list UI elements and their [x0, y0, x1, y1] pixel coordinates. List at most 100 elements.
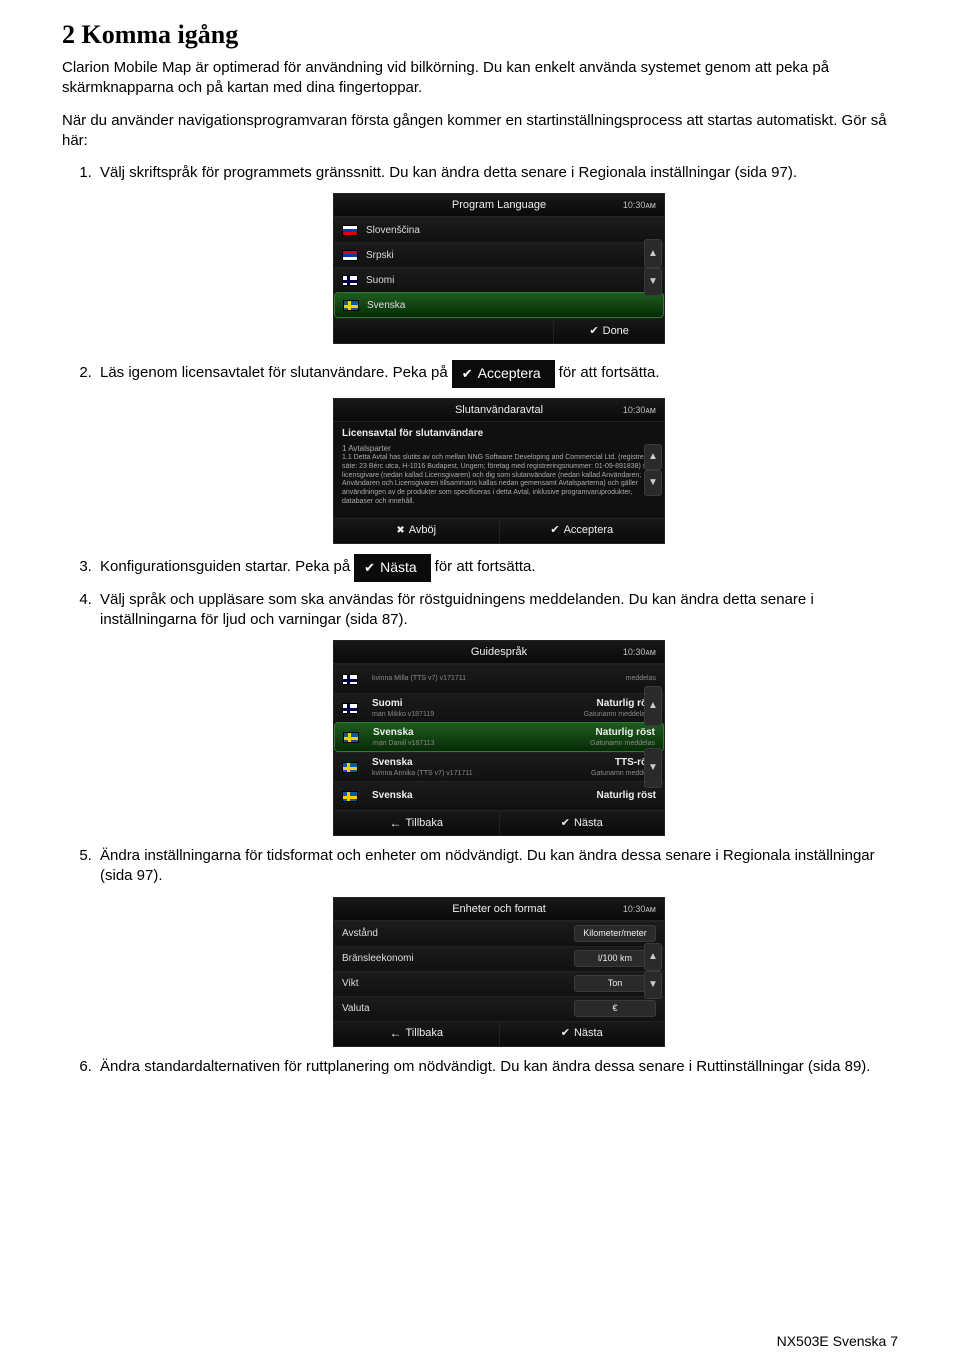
next-label: Nästa [574, 816, 603, 831]
step-3: Konfigurationsguiden startar. Peka på Nä… [96, 554, 898, 582]
section-title: 2 Komma igång [62, 20, 898, 50]
arrow-left-icon [390, 815, 402, 832]
unit-label: Avstånd [342, 927, 378, 941]
scroll-up-button[interactable]: ▲ [644, 686, 662, 726]
step-4: Välj språk och uppläsare som ska använda… [96, 590, 898, 837]
next-label: Nästa [574, 1026, 603, 1041]
voice-row[interactable]: Svenska Naturlig röst [334, 781, 664, 810]
flag-sweden-icon [342, 791, 358, 802]
lang-row[interactable]: Slovenščina [334, 217, 664, 242]
clock-icon: 10:30ᴀᴍ [623, 641, 656, 663]
check-icon [589, 324, 598, 339]
step-2-text-a: Läs igenom licensavtalet för slutanvända… [100, 363, 448, 383]
screenshot-program-language: Program Language 10:30ᴀᴍ Slovenščina Srp… [333, 193, 665, 344]
unit-value[interactable]: Kilometer/meter [574, 925, 656, 941]
step-5-text: Ändra inställningarna för tidsformat och… [100, 847, 875, 884]
decline-label: Avböj [409, 523, 436, 538]
scroll-down-button[interactable]: ▼ [644, 971, 662, 999]
voice-name: Svenska [372, 756, 473, 770]
spacer [334, 319, 553, 343]
clock-icon: 10:30ᴀᴍ [623, 399, 656, 421]
decline-button[interactable]: Avböj [334, 519, 499, 543]
next-button-inline[interactable]: Nästa [354, 554, 430, 582]
voice-row[interactable]: Svenska kvinna Annika (TTS v7) v171711 T… [334, 752, 664, 781]
voice-name: Suomi [372, 697, 434, 711]
accept-label: Acceptera [478, 364, 541, 383]
unit-row[interactable]: Vikt Ton [334, 971, 664, 996]
scroll-up-button[interactable]: ▲ [644, 444, 662, 470]
titlebar-text: Guidespråk [471, 646, 527, 658]
scroll-up-button[interactable]: ▲ [644, 943, 662, 971]
voice-row[interactable]: Suomi man Mikko v187119 Naturlig röst Ga… [334, 693, 664, 722]
step-1: Välj skriftspråk för programmets gränssn… [96, 163, 898, 350]
flag-finland-icon [342, 275, 358, 286]
unit-row[interactable]: Bränsleekonomi l/100 km [334, 946, 664, 971]
scroll-down-button[interactable]: ▼ [644, 748, 662, 788]
intro-para-1: Clarion Mobile Map är optimerad för anvä… [62, 58, 898, 99]
next-label: Nästa [380, 558, 417, 577]
voice-row[interactable]: kvinna Milla (TTS v7) v171711 meddelas [334, 664, 664, 693]
lang-label: Suomi [366, 274, 394, 288]
scroll-down-button[interactable]: ▼ [644, 470, 662, 496]
accept-label: Acceptera [564, 523, 614, 538]
check-icon [364, 558, 375, 577]
lang-row-selected[interactable]: Svenska [334, 292, 664, 318]
flag-serbia-icon [342, 250, 358, 261]
clock-icon: 10:30ᴀᴍ [623, 898, 656, 920]
lang-row[interactable]: Srpski [334, 242, 664, 267]
back-label: Tillbaka [406, 816, 444, 831]
step-6-text: Ändra standardalternativen för ruttplane… [100, 1058, 870, 1075]
section-number: 2 [62, 20, 75, 49]
section-heading: Komma igång [82, 20, 239, 49]
accept-button[interactable]: Acceptera [499, 519, 665, 543]
step-4-text: Välj språk och uppläsare som ska använda… [100, 591, 814, 628]
voice-row-selected[interactable]: Svenska man Daniil v187113 Naturlig röst… [334, 722, 664, 752]
unit-row[interactable]: Valuta € [334, 996, 664, 1021]
arrow-left-icon [390, 1025, 402, 1042]
titlebar-text: Program Language [452, 199, 546, 211]
voice-name: Svenska [372, 789, 413, 803]
back-button[interactable]: Tillbaka [334, 1022, 499, 1046]
step-2: Läs igenom licensavtalet för slutanvända… [96, 360, 898, 544]
eula-subhead: 1 Avtalsparter [342, 444, 656, 454]
flag-sweden-icon [343, 732, 359, 743]
scroll-down-button[interactable]: ▼ [644, 268, 662, 297]
flag-finland-icon [342, 674, 358, 685]
done-label: Done [603, 324, 629, 339]
unit-value[interactable]: € [574, 1000, 656, 1016]
step-5: Ändra inställningarna för tidsformat och… [96, 846, 898, 1047]
voice-sub: kvinna Milla (TTS v7) v171711 [372, 674, 466, 683]
unit-label: Bränsleekonomi [342, 952, 414, 966]
check-icon [561, 1026, 570, 1041]
step-2-text-b: för att fortsätta. [559, 363, 660, 383]
done-button[interactable]: Done [553, 319, 664, 343]
back-button[interactable]: Tillbaka [334, 811, 499, 835]
intro-para-2: När du använder navigationsprogramvaran … [62, 111, 898, 152]
screenshot-units: Enheter och format 10:30ᴀᴍ Avstånd Kilom… [333, 897, 665, 1047]
voice-name: Svenska [373, 726, 434, 740]
clock-icon: 10:30ᴀᴍ [623, 194, 656, 216]
step-3-text-b: för att fortsätta. [435, 557, 536, 577]
close-icon [396, 523, 404, 538]
voice-type-sub: meddelas [626, 674, 656, 683]
lang-label: Slovenščina [366, 224, 420, 238]
accept-button-inline[interactable]: Acceptera [452, 360, 555, 388]
screenshot-eula: Slutanvändaravtal 10:30ᴀᴍ Licensavtal fö… [333, 398, 665, 544]
check-icon [561, 816, 570, 831]
unit-row[interactable]: Avstånd Kilometer/meter [334, 921, 664, 946]
next-button[interactable]: Nästa [499, 811, 665, 835]
lang-label: Svenska [367, 299, 405, 313]
voice-sub: kvinna Annika (TTS v7) v171711 [372, 769, 473, 778]
voice-sub: man Daniil v187113 [373, 739, 434, 748]
next-button[interactable]: Nästa [499, 1022, 665, 1046]
unit-label: Valuta [342, 1002, 370, 1016]
page-footer: NX503E Svenska 7 [777, 1333, 898, 1349]
step-6: Ändra standardalternativen för ruttplane… [96, 1057, 898, 1077]
lang-row[interactable]: Suomi [334, 267, 664, 292]
step-1-text: Välj skriftspråk för programmets gränssn… [100, 164, 797, 181]
step-3-text-a: Konfigurationsguiden startar. Peka på [100, 557, 350, 577]
eula-heading: Licensavtal för slutanvändare [342, 428, 656, 441]
scroll-up-button[interactable]: ▲ [644, 239, 662, 268]
titlebar-text: Enheter och format [452, 903, 546, 915]
check-icon [550, 523, 559, 538]
